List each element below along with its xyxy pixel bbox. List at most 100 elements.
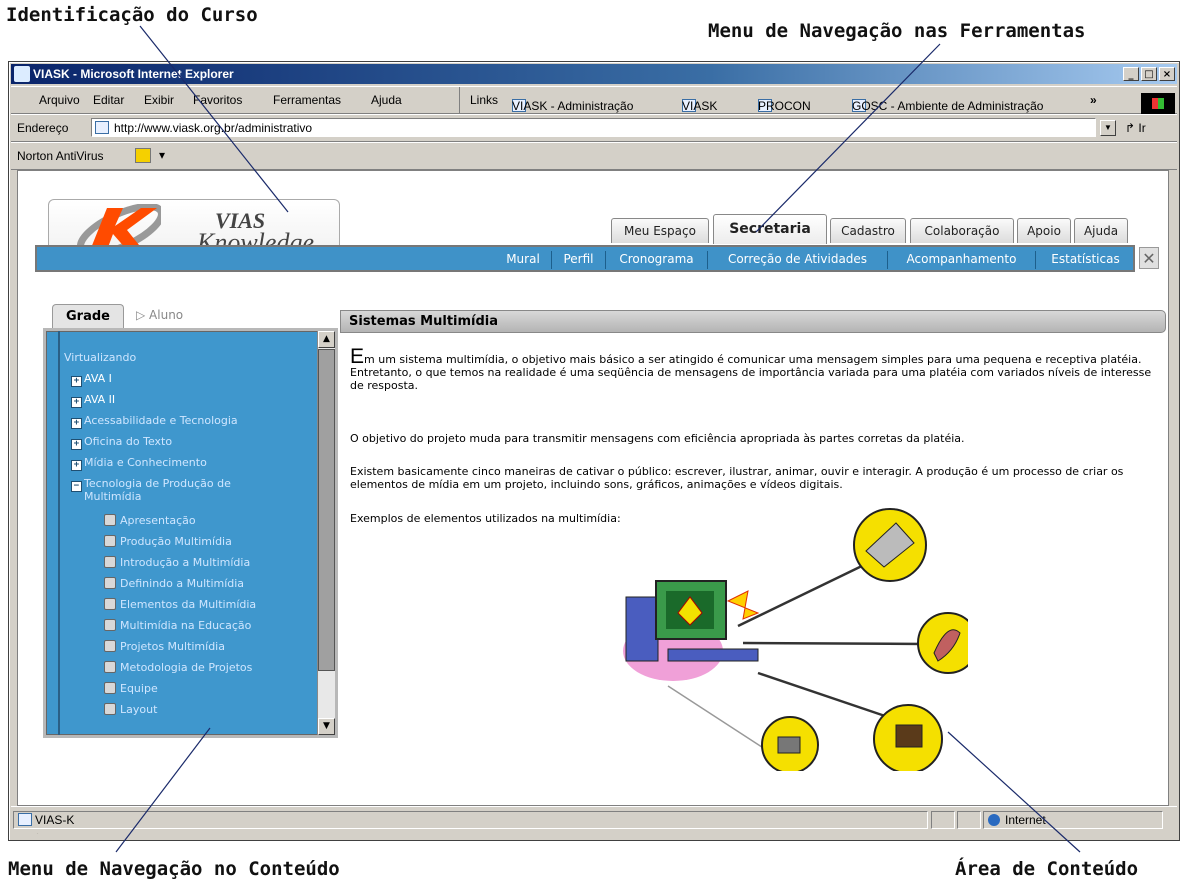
menu-editar[interactable]: Editar [93, 93, 124, 107]
secretaria-subnav: Mural Perfil Cronograma Correção de Ativ… [35, 245, 1135, 272]
play-icon: ▷ [136, 308, 150, 322]
menu-ajuda[interactable]: Ajuda [371, 93, 402, 107]
subnav-cronograma[interactable]: Cronograma [605, 251, 707, 269]
address-dropdown-button[interactable]: ▼ [1100, 120, 1116, 136]
expand-icon[interactable]: + [71, 376, 82, 387]
content-nav-tree: Virtualizando + AVA I + AVA II + Acessabili… [43, 328, 338, 738]
page-content: VIAS Knowledge Meu Espaço Secretaria Cad… [17, 170, 1169, 836]
tree-lesson[interactable]: Equipe [104, 682, 158, 695]
subnav-mural[interactable]: Mural [495, 251, 551, 269]
tab-meu-espaco[interactable]: Meu Espaço [611, 218, 709, 243]
tab-ajuda[interactable]: Ajuda [1074, 218, 1128, 243]
tab-grade[interactable]: Grade [52, 304, 124, 328]
address-bar: Endereço http://www.viask.org.br/adminis… [11, 114, 1177, 142]
norton-dropdown-icon[interactable]: ▾ [159, 148, 165, 162]
menu-ferramentas[interactable]: Ferramentas [273, 93, 341, 107]
tab-apoio[interactable]: Apoio [1017, 218, 1071, 243]
globe-icon [988, 814, 1000, 826]
tab-cadastro[interactable]: Cadastro [830, 218, 906, 243]
menu-bar: Arquivo Editar Exibir Favoritos Ferramen… [11, 86, 1177, 115]
browser-window: VIASK - Microsoft Internet Explorer _ □ … [8, 61, 1180, 841]
tree-lesson[interactable]: Apresentação [104, 514, 196, 527]
norton-shield-icon[interactable] [135, 148, 151, 163]
document-icon [104, 598, 116, 610]
expand-icon[interactable]: + [71, 460, 82, 471]
status-text: VIAS-K [13, 811, 928, 829]
tree-lesson[interactable]: Layout [104, 703, 157, 716]
subnav-estatisticas[interactable]: Estatísticas [1035, 251, 1135, 269]
document-icon [104, 514, 116, 526]
menu-arquivo[interactable]: Arquivo [39, 93, 80, 107]
annotation-content-area: Área de Conteúdo [955, 858, 1139, 880]
tree-lesson[interactable]: Produção Multimídia [104, 535, 232, 548]
tree-module[interactable]: + Acessabilidade e Tecnologia [71, 414, 238, 429]
menu-favoritos[interactable]: Favoritos [193, 93, 242, 107]
scroll-up-button[interactable]: ▲ [318, 331, 335, 348]
drop-cap: E [350, 345, 365, 368]
expand-icon[interactable]: + [71, 418, 82, 429]
collapse-icon[interactable]: − [71, 481, 82, 492]
links-more-button[interactable]: » [1090, 93, 1097, 107]
content-paragraph: Em um sistema multimídia, o objetivo mai… [350, 345, 1152, 392]
document-icon [104, 640, 116, 652]
page-icon [18, 813, 32, 826]
tree-module[interactable]: + Oficina do Texto [71, 435, 172, 450]
expand-icon[interactable]: + [71, 397, 82, 408]
tree-module-open-line2: Multimídia [84, 490, 142, 503]
maximize-button[interactable]: □ [1141, 67, 1157, 81]
tree-scrollbar[interactable]: ▲ ▼ [317, 331, 335, 735]
links-bar: Links VIASK - Administração VIASK PROCON… [459, 87, 1097, 113]
expand-icon[interactable]: + [71, 439, 82, 450]
page-icon [95, 121, 109, 134]
tree-module[interactable]: + Mídia e Conhecimento [71, 456, 207, 471]
annotation-tools-nav: Menu de Navegação nas Ferramentas [708, 20, 1086, 42]
menu-exibir[interactable]: Exibir [144, 93, 174, 107]
annotation-content-nav: Menu de Navegação no Conteúdo [8, 858, 340, 880]
links-label: Links [470, 93, 499, 107]
go-button[interactable]: ↱ Ir [1125, 121, 1146, 135]
ie-icon [14, 66, 30, 82]
windows-logo-icon [1141, 93, 1175, 115]
content-title: Sistemas Multimídia [340, 310, 1166, 333]
close-icon[interactable]: ✕ [1139, 247, 1159, 269]
window-title: VIASK - Microsoft Internet Explorer [33, 67, 234, 81]
content-paragraph: O objetivo do projeto muda para transmit… [350, 432, 965, 445]
scroll-down-button[interactable]: ▼ [318, 718, 335, 735]
document-icon [104, 535, 116, 547]
annotation-course-id: Identificação do Curso [6, 4, 258, 26]
tree-lesson[interactable]: Elementos da Multimídia [104, 598, 256, 611]
tab-secretaria[interactable]: Secretaria [713, 214, 827, 244]
document-icon [104, 682, 116, 694]
document-icon [104, 577, 116, 589]
status-zone: Internet [983, 811, 1163, 829]
content-paragraph: Existem basicamente cinco maneiras de ca… [350, 465, 1124, 491]
tree-lesson[interactable]: Metodologia de Projetos [104, 661, 252, 674]
tree-module[interactable]: + AVA II [71, 393, 115, 408]
document-icon [104, 556, 116, 568]
norton-toolbar: Norton AntiVirus ▾ [11, 142, 1177, 170]
tree-lesson[interactable]: Projetos Multimídia [104, 640, 225, 653]
status-cell [931, 811, 955, 829]
tree-lesson[interactable]: Definindo a Multimídia [104, 577, 244, 590]
title-bar: VIASK - Microsoft Internet Explorer _ □ … [11, 64, 1177, 84]
address-url: http://www.viask.org.br/administrativo [114, 121, 313, 135]
address-label: Endereço [17, 121, 69, 135]
document-icon [104, 619, 116, 631]
norton-label[interactable]: Norton AntiVirus [17, 149, 104, 163]
subnav-perfil[interactable]: Perfil [551, 251, 605, 269]
tree-lesson[interactable]: Multimídia na Educação [104, 619, 251, 632]
tree-module[interactable]: + AVA I [71, 372, 112, 387]
subnav-acompanhamento[interactable]: Acompanhamento [887, 251, 1035, 269]
tab-aluno[interactable]: ▷ Aluno [136, 308, 183, 322]
close-window-button[interactable]: × [1159, 67, 1175, 81]
status-cell [957, 811, 981, 829]
address-input[interactable]: http://www.viask.org.br/administrativo [91, 118, 1096, 137]
subnav-correcao[interactable]: Correção de Atividades [707, 251, 887, 269]
tab-colaboracao[interactable]: Colaboração [910, 218, 1014, 243]
scroll-thumb[interactable] [318, 349, 335, 671]
tree-lesson[interactable]: Introdução a Multimídia [104, 556, 250, 569]
tree-root[interactable]: Virtualizando [64, 351, 136, 364]
status-bar: VIAS-K Internet [11, 806, 1177, 833]
document-icon [104, 703, 116, 715]
minimize-button[interactable]: _ [1123, 67, 1139, 81]
